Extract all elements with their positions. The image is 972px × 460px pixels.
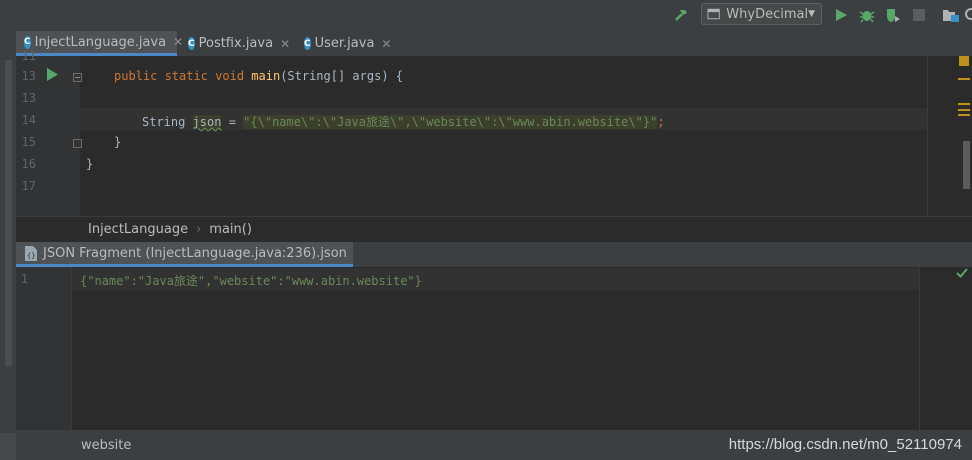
line-number: 17 xyxy=(21,179,36,193)
keyword: public static void xyxy=(114,69,252,83)
fold-icon[interactable] xyxy=(73,71,82,86)
line-number: 14 xyxy=(21,113,36,127)
java-class-icon: C xyxy=(304,37,311,50)
fragment-tab-bar: {} JSON Fragment (InjectLanguage.java:23… xyxy=(16,242,972,268)
breadcrumb: InjectLanguage › main() xyxy=(16,216,972,242)
fold-end-icon[interactable] xyxy=(73,137,82,152)
project-structure-icon[interactable] xyxy=(942,6,960,24)
code-line-16: } xyxy=(86,157,94,171)
tab-postfix-java[interactable]: C Postfix.java ✕ xyxy=(180,31,293,56)
line-number: 1 xyxy=(20,272,28,286)
left-strip-footer xyxy=(0,433,16,460)
line-number: 11 xyxy=(21,49,36,63)
code-text: String xyxy=(142,115,193,129)
code-editor[interactable]: 11 13 13 14 15 16 17 public static void … xyxy=(16,49,972,216)
coverage-shield-icon[interactable] xyxy=(884,6,902,24)
tool-window-scrollbar[interactable] xyxy=(5,60,12,366)
warning-indicator[interactable] xyxy=(959,56,969,66)
line-number: 16 xyxy=(21,157,36,171)
editor-gutter: 11 13 13 14 15 16 17 xyxy=(16,49,82,216)
run-configuration-select[interactable]: WhyDecimal ▼ xyxy=(701,3,822,25)
editor-scrollbar-thumb[interactable] xyxy=(963,141,970,189)
error-stripe xyxy=(927,56,972,216)
stripe-mark[interactable] xyxy=(958,114,970,116)
svg-text:{}: {} xyxy=(27,252,35,260)
line-number: 13 xyxy=(21,69,36,83)
search-everywhere-icon[interactable] xyxy=(964,6,972,24)
code-text: ; xyxy=(657,115,665,129)
code-text: (String[] args) { xyxy=(280,69,404,83)
stripe-mark[interactable] xyxy=(958,109,970,111)
left-tool-window-strip xyxy=(0,31,16,460)
java-class-icon: C xyxy=(188,37,195,50)
close-icon[interactable]: ✕ xyxy=(381,37,391,51)
main-toolbar: WhyDecimal ▼ xyxy=(0,0,972,31)
json-file-icon: {} xyxy=(24,245,38,261)
variable-json: json xyxy=(192,115,222,129)
run-icon[interactable] xyxy=(832,6,850,24)
debug-bug-icon[interactable] xyxy=(858,6,876,24)
tab-label: User.java xyxy=(314,36,375,51)
fragment-breadcrumb: website https://blog.csdn.net/m0_5211097… xyxy=(16,430,972,460)
watermark-text: https://blog.csdn.net/m0_52110974 xyxy=(728,436,962,453)
java-class-icon: C xyxy=(24,35,31,49)
stripe-mark[interactable] xyxy=(958,78,970,80)
json-fragment-content: {"name":"Java旅途","website":"www.abin.web… xyxy=(80,274,422,288)
code-line-13: public static void main(String[] args) { xyxy=(114,69,403,83)
fragment-gutter: 1 xyxy=(16,267,72,430)
breadcrumb-separator: › xyxy=(196,222,202,237)
chevron-down-icon: ▼ xyxy=(808,9,815,19)
editor-tab-bar: C InjectLanguage.java ✕ C Postfix.java ✕… xyxy=(16,31,972,57)
run-configuration-label: WhyDecimal xyxy=(726,6,809,22)
tab-label: InjectLanguage.java xyxy=(34,34,167,50)
check-icon[interactable] xyxy=(956,267,968,283)
json-path-label[interactable]: website xyxy=(81,438,131,453)
fragment-tab-label: JSON Fragment (InjectLanguage.java:236).… xyxy=(43,245,347,261)
code-line-14: String json = "{\"name\":\"Java旅途\",\"we… xyxy=(142,113,665,130)
line-number: 15 xyxy=(21,135,36,149)
breadcrumb-class[interactable]: InjectLanguage xyxy=(88,222,188,237)
run-config-icon xyxy=(707,8,720,20)
code-text: = xyxy=(221,115,244,129)
injected-json-string: "{\"name\":\"Java旅途\",\"website\":\"www.… xyxy=(243,115,658,129)
line-number: 13 xyxy=(21,91,36,105)
method-name: main xyxy=(251,69,281,83)
stripe-mark[interactable] xyxy=(958,103,970,105)
tab-user-java[interactable]: C User.java ✕ xyxy=(296,31,396,56)
code-line-15: } xyxy=(114,135,122,149)
breadcrumb-method[interactable]: main() xyxy=(209,222,252,237)
run-gutter-icon[interactable] xyxy=(46,68,58,85)
tab-injectlanguage-java[interactable]: C InjectLanguage.java ✕ xyxy=(16,31,183,56)
close-icon[interactable]: ✕ xyxy=(280,37,290,51)
json-fragment-editor[interactable]: 1 {"name":"Java旅途","website":"www.abin.w… xyxy=(16,267,972,430)
stop-icon[interactable] xyxy=(910,6,928,24)
tab-json-fragment[interactable]: {} JSON Fragment (InjectLanguage.java:23… xyxy=(16,242,353,267)
fragment-error-stripe xyxy=(919,267,972,430)
build-hammer-icon[interactable] xyxy=(672,6,690,24)
tab-label: Postfix.java xyxy=(198,36,274,51)
